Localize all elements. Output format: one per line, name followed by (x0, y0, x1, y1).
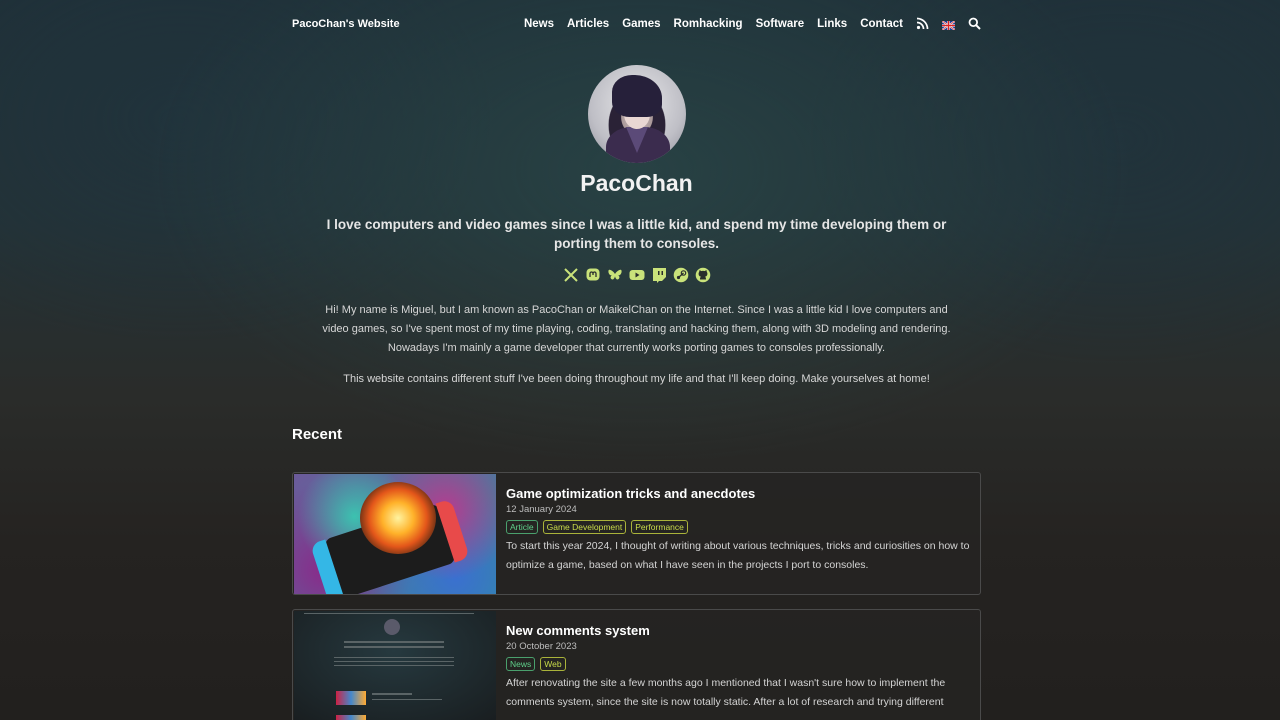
post-body: Game optimization tricks and anecdotes 1… (506, 486, 971, 575)
nav-item-links[interactable]: Links (817, 18, 847, 30)
post-card[interactable]: Game optimization tricks and anecdotes 1… (292, 472, 981, 595)
x-icon[interactable] (563, 267, 579, 283)
mini-text-line (334, 665, 454, 666)
bluesky-icon[interactable] (607, 267, 623, 283)
post-date: 12 January 2024 (506, 504, 577, 515)
mini-text-line (334, 661, 454, 662)
tag[interactable]: Web (540, 657, 566, 671)
mastodon-icon[interactable] (585, 267, 601, 283)
tag[interactable]: Performance (631, 520, 688, 534)
intro-paragraph-2: This website contains different stuff I'… (343, 373, 930, 385)
post-tags: Article Game Development Performance (506, 520, 971, 534)
tag[interactable]: Article (506, 520, 538, 534)
nav-item-games[interactable]: Games (622, 18, 660, 30)
nav-item-articles[interactable]: Articles (567, 18, 609, 30)
rss-icon[interactable] (916, 17, 929, 30)
post-card[interactable]: New comments system 20 October 2023 News… (292, 609, 981, 720)
profile-name: PacoChan (580, 170, 693, 196)
joycon-right (435, 498, 470, 563)
joycon-left (310, 539, 345, 594)
mini-avatar (384, 619, 400, 635)
tag[interactable]: Game Development (542, 520, 627, 534)
post-thumbnail[interactable] (294, 611, 496, 720)
mini-text-line (334, 657, 454, 658)
nav-links: News Articles Games Romhacking Software … (524, 17, 981, 31)
mini-thumbnail (336, 691, 366, 705)
nav-item-news[interactable]: News (524, 18, 554, 30)
uk-flag-icon[interactable] (941, 17, 956, 31)
twitch-icon[interactable] (651, 267, 667, 283)
tag[interactable]: News (506, 657, 536, 671)
site-title[interactable]: PacoChan's Website (292, 18, 400, 30)
youtube-icon[interactable] (629, 267, 645, 283)
avatar (588, 65, 686, 163)
post-date: 20 October 2023 (506, 641, 577, 652)
search-icon[interactable] (968, 17, 981, 30)
page: PacoChan's Website News Articles Games R… (292, 0, 981, 720)
post-thumbnail[interactable] (294, 474, 496, 594)
profile-tagline: I love computers and video games since I… (326, 217, 947, 251)
mini-text-line (372, 699, 442, 700)
post-title[interactable]: Game optimization tricks and anecdotes (506, 486, 971, 501)
nav-item-romhacking[interactable]: Romhacking (674, 18, 743, 30)
intro-paragraph: Hi! My name is Miguel, but I am known as… (322, 304, 951, 354)
mini-thumbnail (336, 715, 366, 720)
top-nav: PacoChan's Website News Articles Games R… (292, 0, 981, 50)
post-tags: News Web (506, 657, 971, 671)
social-links (292, 267, 981, 283)
mini-text-line (372, 693, 412, 695)
nav-item-contact[interactable]: Contact (860, 18, 903, 30)
post-description: After renovating the site a few months a… (506, 677, 946, 708)
recent-heading: Recent (292, 426, 343, 443)
mini-text-line (344, 646, 444, 648)
avatar-hair (612, 75, 662, 117)
steam-icon[interactable] (673, 267, 689, 283)
post-body: New comments system 20 October 2023 News… (506, 623, 971, 712)
post-title[interactable]: New comments system (506, 623, 971, 638)
github-icon[interactable] (695, 267, 711, 283)
mini-text-line (344, 641, 444, 643)
explosion-graphic (360, 482, 436, 554)
nav-item-software[interactable]: Software (756, 18, 805, 30)
mini-nav-line (304, 613, 474, 614)
post-description: To start this year 2024, I thought of wr… (506, 540, 970, 571)
